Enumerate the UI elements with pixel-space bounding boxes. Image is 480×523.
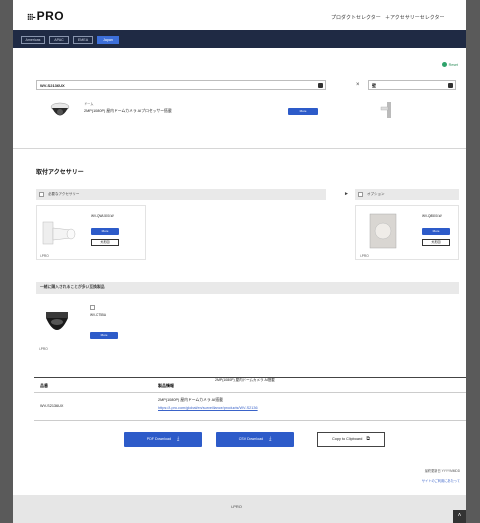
dome-camera-image — [50, 102, 70, 116]
mount-select-value: 壁 — [372, 83, 376, 88]
dome-cover-image — [46, 312, 68, 330]
table-divider — [34, 392, 466, 393]
pdf-download-button[interactable]: PDF Download ⤓ — [124, 432, 202, 447]
optional-accessory-card: i-PRO WV-Q8500-W More 外形図 — [355, 205, 459, 260]
ipro-logo[interactable]: ⁝⁝⁝- PRO — [27, 9, 64, 23]
footer-logo: i-PRO — [231, 504, 242, 509]
mount-plate-image — [369, 213, 397, 249]
accessory-model: WV-QWL500-W — [91, 214, 114, 218]
row-desc: 2MP(1080P) 屋内ドームカメラ AI搭載 — [158, 398, 223, 402]
tab-americas[interactable]: Americas — [21, 36, 45, 44]
reset-icon — [441, 62, 447, 67]
times-separator: × — [356, 82, 360, 88]
related-title: 一緒に購入されることが多い互換製品 — [40, 285, 105, 289]
logo-dots-icon: ⁝⁝⁝- — [27, 12, 36, 22]
required-accessory-card: i-PRO WV-QWL500-W More 外形図 — [36, 205, 146, 260]
required-checkbox[interactable] — [39, 192, 44, 197]
model-select[interactable]: WV-S2136UX — [36, 80, 326, 90]
category-label: ドーム — [84, 102, 94, 106]
required-accessories-bar: 必要なアクセサリー — [36, 189, 326, 200]
row-model: WV-S2136UX — [40, 404, 64, 408]
top-header: ⁝⁝⁝- PRO プロダクトセレクター ＋アクセサリーセレクター — [13, 0, 466, 30]
tab-apac[interactable]: APAC — [49, 36, 69, 44]
terms-link[interactable]: サイトのご利用にあたって — [422, 478, 460, 483]
brand-label: i-PRO — [39, 347, 48, 351]
page: ⁝⁝⁝- PRO プロダクトセレクター ＋アクセサリーセレクター Americas… — [13, 0, 466, 523]
copy-to-clipboard-button[interactable]: Copy to Clipboard ⧉ — [317, 432, 385, 447]
required-label: 必要なアクセサリー — [48, 192, 80, 196]
download-icon: ⤓ — [176, 436, 180, 442]
csv-download-button[interactable]: CSV Download ⤓ — [216, 432, 294, 447]
accessory-outline-button[interactable]: 外形図 — [422, 239, 450, 246]
col-header-item: 品番 — [40, 383, 48, 388]
wall-mount-icon — [380, 102, 391, 118]
section-divider — [13, 148, 466, 149]
table-divider — [34, 420, 466, 421]
col-header-info: 製品情報 — [158, 383, 174, 388]
model-select-value: WV-S2136UX — [40, 83, 65, 88]
accessories-title: 取付アクセサリー — [36, 170, 84, 176]
region-tab-bar: Americas APAC EMEA Japan — [13, 30, 466, 48]
arrow-right-icon: ► — [344, 191, 349, 197]
related-products-bar: 一緒に購入されることが多い互換製品 — [36, 282, 459, 294]
related-product-card: i-PRO WV-CT55A More — [36, 300, 146, 355]
optional-checkbox[interactable] — [358, 192, 363, 197]
last-updated-note: 最終更新日 YYYYMMDD — [424, 469, 460, 473]
accessory-more-button[interactable]: More — [422, 228, 450, 235]
accessory-more-button[interactable]: More — [91, 228, 119, 235]
mount-select[interactable]: 壁 — [368, 80, 456, 90]
product-more-button[interactable]: More — [288, 108, 318, 115]
nav-accessory-selector[interactable]: ＋アクセサリーセレクター — [385, 14, 445, 21]
dropdown-icon — [318, 83, 323, 88]
dropdown-icon — [448, 83, 453, 88]
brand-label: i-PRO — [40, 254, 49, 258]
wall-bracket-image — [42, 221, 76, 245]
nav-product-selector[interactable]: プロダクトセレクター — [331, 14, 381, 21]
chevron-up-icon: ˄ — [457, 513, 462, 519]
tab-japan[interactable]: Japan — [97, 36, 119, 44]
brand-label: i-PRO — [360, 254, 369, 258]
related-checkbox[interactable] — [90, 305, 95, 310]
accessory-outline-button[interactable]: 外形図 — [91, 239, 119, 246]
row-product-link[interactable]: https://i-pro.com/global/en/surveillance… — [158, 406, 258, 410]
clipboard-icon: ⧉ — [366, 436, 370, 442]
back-to-top-button[interactable]: ˄ — [453, 510, 466, 523]
related-model: WV-CT55A — [90, 313, 106, 317]
tab-emea[interactable]: EMEA — [73, 36, 93, 44]
download-icon: ⤓ — [269, 436, 272, 442]
col-header-info-extra: 2MP(1080P) 屋内ドームカメラ AI搭載 — [215, 378, 275, 382]
footer: i-PRO ˄ — [13, 495, 466, 523]
product-name: 2MP(1080P) 屋内ドームカメラ AIプロセッサー搭載 — [84, 109, 172, 113]
accessory-model: WV-Q8500-W — [422, 214, 442, 218]
optional-accessories-bar: オプション — [355, 189, 459, 200]
optional-label: オプション — [367, 192, 385, 196]
related-more-button[interactable]: More — [90, 332, 118, 339]
reset-button[interactable]: Reset — [441, 62, 458, 67]
